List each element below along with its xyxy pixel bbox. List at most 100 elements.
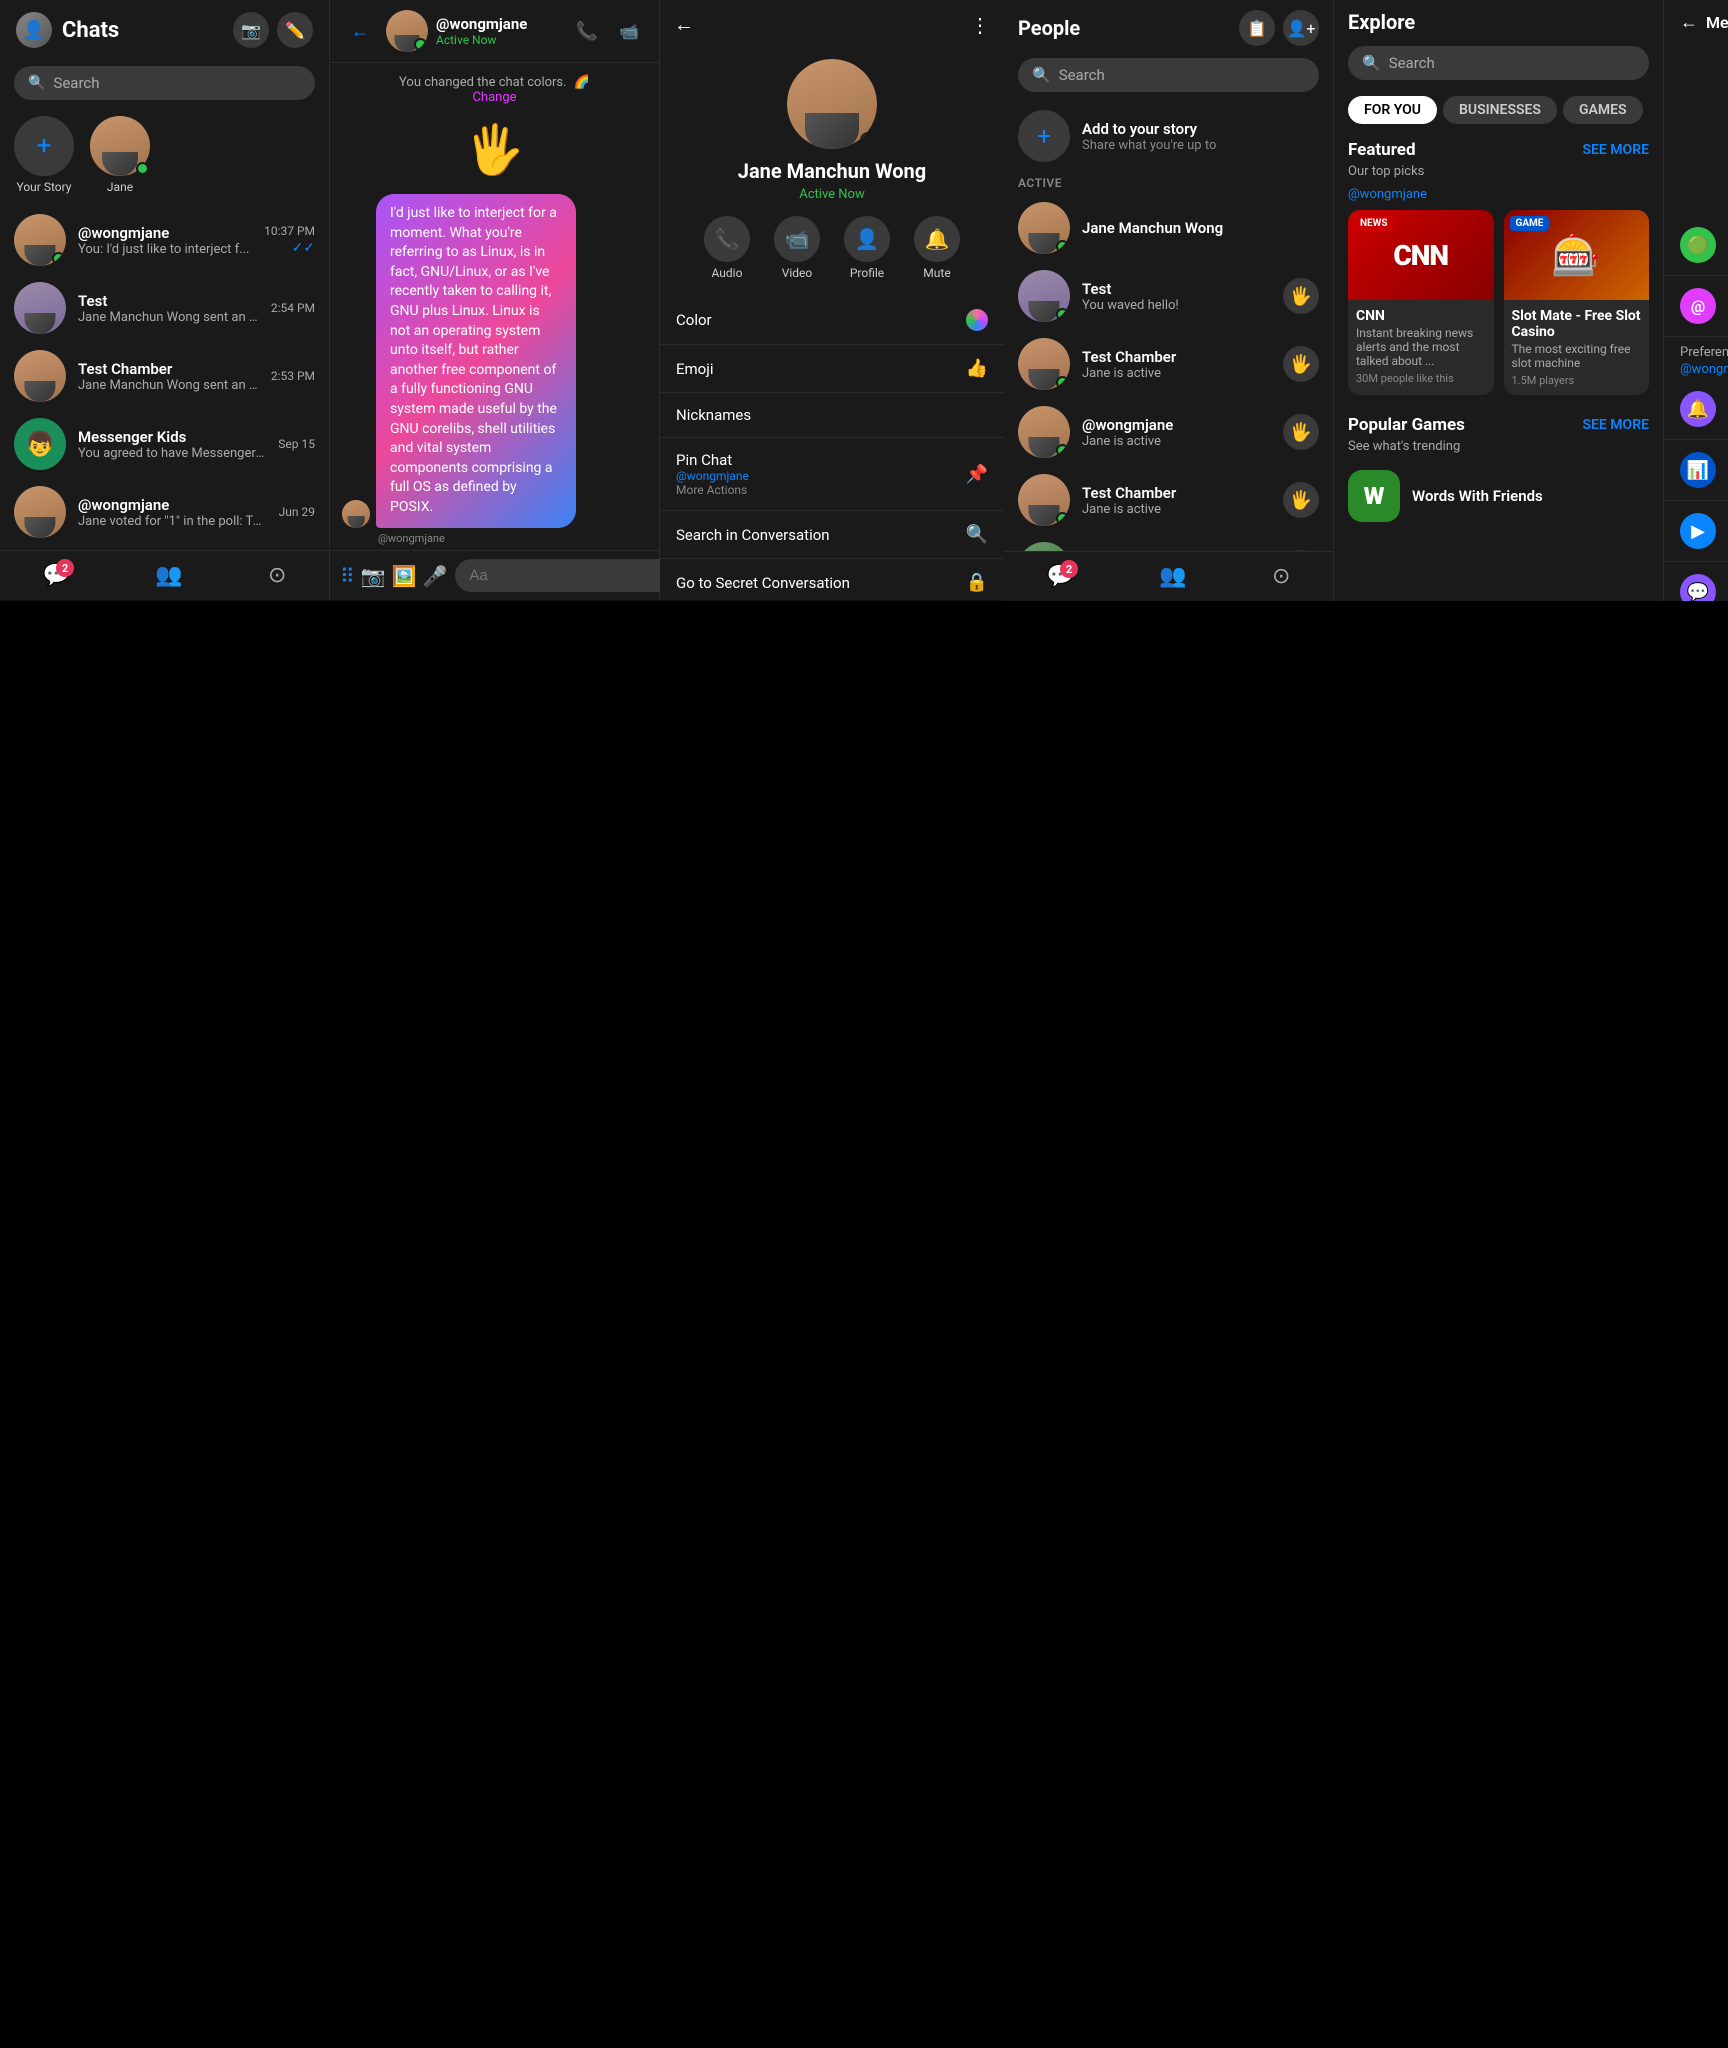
photo-icon[interactable]: 🖼️ [392, 564, 417, 588]
wave-btn-tc1[interactable]: 🖐️ [1283, 346, 1319, 382]
your-story-add[interactable]: + [14, 116, 74, 176]
menu-pin-text: Pin Chat [676, 451, 966, 469]
wave-btn-test[interactable]: 🖐️ [1283, 278, 1319, 314]
people-jane[interactable]: Jane Manchun Wong [1004, 194, 1333, 262]
color-gradient-icon [966, 309, 988, 331]
tab-businesses[interactable]: BUSINESSES [1443, 96, 1557, 124]
change-link[interactable]: Change [472, 90, 516, 105]
chat-item-wongmjane-1[interactable]: @wongmjane You: I'd just like to interje… [0, 206, 329, 274]
me-back-button[interactable]: ← [1680, 12, 1698, 33]
people-tc1-sub: Jane is active [1082, 366, 1271, 381]
people-wmj-info: @wongmjane Jane is active [1082, 416, 1271, 449]
profile-action[interactable]: 👤 Profile [844, 216, 890, 280]
chat-avatar-test [14, 282, 66, 334]
people-tc1-info: Test Chamber Jane is active [1082, 348, 1271, 381]
nav-stories[interactable]: ⊙ [268, 563, 286, 588]
card-cnn[interactable]: NEWS CNN CNN Instant breaking news alert… [1348, 210, 1494, 395]
profile-back-button[interactable]: ← [674, 12, 694, 37]
system-message: You changed the chat colors. 🌈 Change [342, 75, 647, 105]
featured-sub: Our top picks [1334, 164, 1663, 187]
chat-time-test: 2:54 PM [271, 301, 315, 315]
me-sms[interactable]: 💬 SMS [1664, 562, 1728, 601]
menu-nicknames[interactable]: Nicknames [660, 393, 1004, 438]
mute-action-icon: 🔔 [914, 216, 960, 262]
people-nav-chats[interactable]: 💬 2 [1047, 564, 1074, 589]
me-active-status[interactable]: 🟢 Active Status On [1664, 215, 1728, 276]
video-call-button[interactable]: 📹 [611, 13, 647, 49]
profile-more-button[interactable]: ⋮ [970, 13, 990, 37]
your-story-item[interactable]: + Your Story [14, 116, 74, 194]
profile-status: Active Now [799, 187, 865, 202]
nav-people[interactable]: 👥 [155, 563, 182, 588]
card-slot[interactable]: GAME 🎰 Slot Mate - Free Slot Casino The … [1504, 210, 1650, 395]
people-icon-1[interactable]: 📋 [1239, 10, 1275, 46]
dots-icon[interactable]: ⠿ [340, 564, 355, 588]
media-icons: ⠿ 📷 🖼️ 🎤 [340, 564, 447, 588]
explore-search-bar[interactable]: 🔍 Search [1348, 46, 1649, 80]
wave-btn-tc2[interactable]: 🖐️ [1283, 482, 1319, 518]
people-tc1-dot [1056, 376, 1069, 389]
words-with-friends-item[interactable]: W Words With Friends [1334, 462, 1663, 530]
wave-btn-wmj[interactable]: 🖐️ [1283, 414, 1319, 450]
camera-button[interactable]: 📷 [233, 12, 269, 48]
chat-item-messenger-kids[interactable]: 👦 Messenger Kids You agreed to have Mess… [0, 410, 329, 478]
add-story-item[interactable]: + Add to your story Share what you're up… [1004, 102, 1333, 170]
chats-header: 👤 Chats 📷 ✏️ [0, 0, 329, 60]
people-tc1-name: Test Chamber [1082, 348, 1271, 366]
audio-call-button[interactable]: 📞 [569, 13, 605, 49]
nav-chats[interactable]: 💬 2 [43, 563, 70, 588]
featured-see-more[interactable]: SEE MORE [1582, 142, 1649, 158]
menu-color[interactable]: Color [660, 296, 1004, 345]
audio-action[interactable]: 📞 Audio [704, 216, 750, 280]
me-username[interactable]: @ Username m.me/ [1664, 276, 1728, 337]
camera-icon[interactable]: 📷 [361, 564, 386, 588]
me-notifications[interactable]: 🔔 Notifications & Sounds [1664, 379, 1728, 440]
video-action-icon: 📹 [774, 216, 820, 262]
people-tc2[interactable]: Test Chamber Jane is active 🖐️ [1004, 466, 1333, 534]
jane-story-item[interactable]: Jane [90, 116, 150, 194]
people-wmj[interactable]: @wongmjane Jane is active 🖐️ [1004, 398, 1333, 466]
chat-info-mk: Messenger Kids You agreed to have Messen… [78, 428, 266, 461]
lock-icon: 🔒 [966, 572, 988, 593]
menu-pin-chat[interactable]: Pin Chat @wongmjane More Actions 📌 [660, 438, 1004, 511]
me-story[interactable]: ▶ Story [1664, 501, 1728, 562]
username-icon: @ [1680, 288, 1716, 324]
back-button[interactable]: ← [342, 13, 378, 49]
notifications-icon: 🔔 [1680, 391, 1716, 427]
mic-icon[interactable]: 🎤 [422, 564, 447, 588]
menu-emoji[interactable]: Emoji 👍 [660, 345, 1004, 393]
mute-action[interactable]: 🔔 Mute [914, 216, 960, 280]
message-input[interactable] [455, 559, 682, 592]
compose-button[interactable]: ✏️ [277, 12, 313, 48]
tab-games[interactable]: GAMES [1563, 96, 1643, 124]
pin-chat-user: @wongmjane [676, 469, 966, 483]
chats-avatar[interactable]: 👤 [16, 12, 52, 48]
chat-header-avatar [386, 10, 428, 52]
people-test[interactable]: Test You waved hello! 🖐️ [1004, 262, 1333, 330]
menu-nicknames-text: Nicknames [676, 406, 988, 424]
tab-for-you[interactable]: FOR YOU [1348, 96, 1437, 124]
video-action[interactable]: 📹 Video [774, 216, 820, 280]
pin-icon: 📌 [966, 464, 988, 485]
people-sdf[interactable]: sdf Jane is active 🖐️ [1004, 534, 1333, 551]
people-nav-stories[interactable]: ⊙ [1272, 564, 1290, 589]
chat-item-wongmjane-2[interactable]: @wongmjane Jane voted for "1" in the pol… [0, 478, 329, 546]
data-saver-icon: 📊 [1680, 452, 1716, 488]
add-story-sub: Share what you're up to [1082, 138, 1216, 153]
menu-secret-conversation[interactable]: Go to Secret Conversation 🔒 [660, 559, 1004, 600]
chat-avatar-wmj2 [14, 486, 66, 538]
chat-item-test-chamber-1[interactable]: Test Chamber Jane Manchun Wong sent an a… [0, 342, 329, 410]
people-nav-people[interactable]: 👥 [1159, 564, 1186, 589]
chat-avatar-mk: 👦 [14, 418, 66, 470]
people-tc1[interactable]: Test Chamber Jane is active 🖐️ [1004, 330, 1333, 398]
menu-search-conversation[interactable]: Search in Conversation 🔍 [660, 511, 1004, 559]
chat-item-test[interactable]: Test Jane Manchun Wong sent an actio... … [0, 274, 329, 342]
people-search-bar[interactable]: 🔍 Search [1018, 58, 1319, 92]
chat-time-tc1: 2:53 PM [271, 369, 315, 383]
add-story-info: Add to your story Share what you're up t… [1082, 120, 1216, 153]
popular-see-more[interactable]: SEE MORE [1582, 417, 1649, 433]
chats-search-bar[interactable]: 🔍 Search [14, 66, 315, 100]
people-nav-stories-icon: ⊙ [1272, 564, 1290, 589]
people-add-icon[interactable]: 👤+ [1283, 10, 1319, 46]
me-data-saver[interactable]: 📊 Data Saver [1664, 440, 1728, 501]
